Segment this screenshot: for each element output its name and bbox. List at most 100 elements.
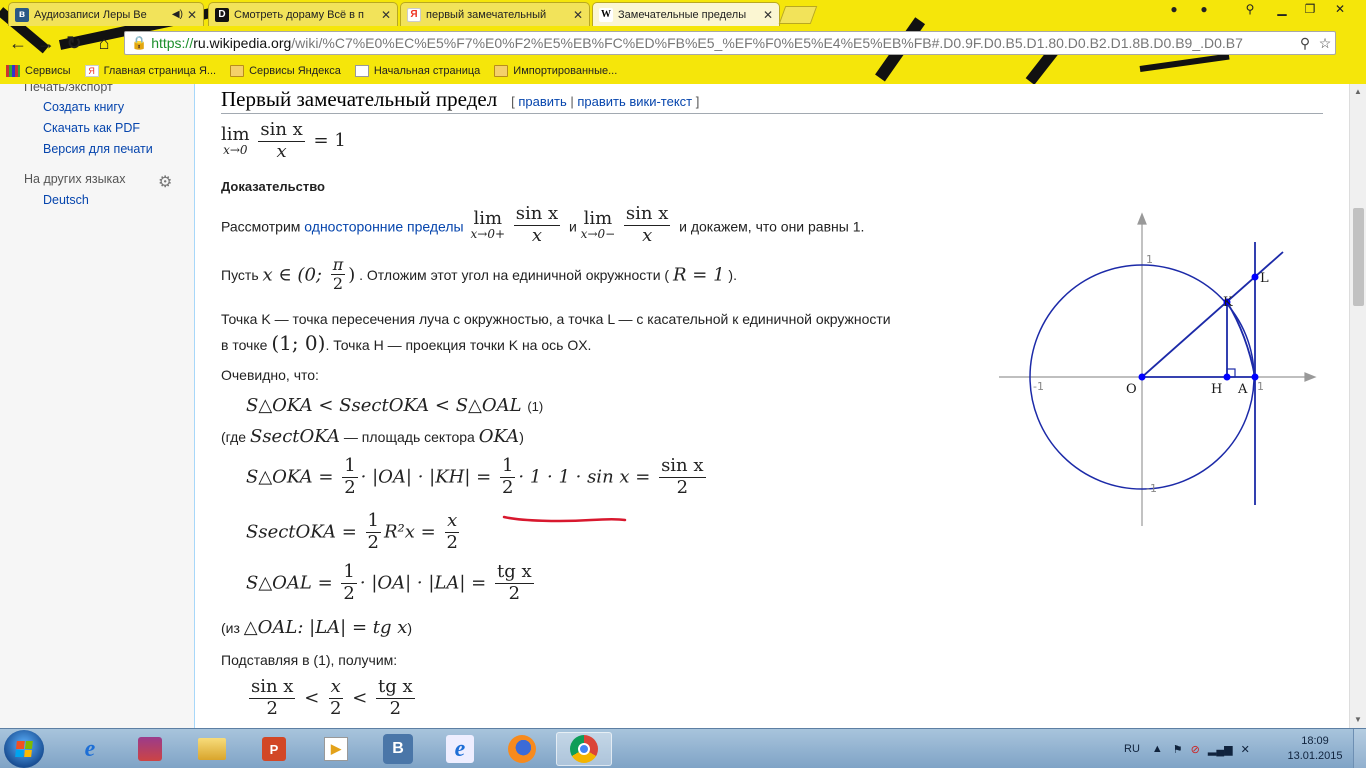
heading-rule <box>221 113 1323 114</box>
frac-num: tg x <box>376 676 415 699</box>
bookmark-label: Импортированные... <box>513 65 618 77</box>
main-limit-formula: lim x→0 sin xx = 1 <box>221 119 346 162</box>
address-bar[interactable]: 🔒 https:// ru.wikipedia.org /wiki/%C7%E0… <box>124 31 1336 55</box>
page-scrollbar[interactable]: ▲ ▼ <box>1349 84 1366 728</box>
flag-notification-icon[interactable]: ⚑ <box>1173 743 1183 756</box>
sidebar-link-print-version[interactable]: Версия для печати <box>43 142 153 156</box>
reload-icon[interactable]: ↻ <box>62 31 86 55</box>
forward-arrow-icon[interactable]: → <box>34 31 58 55</box>
folder-icon <box>230 65 245 77</box>
arc-ka <box>1226 301 1256 378</box>
text: и докажем, что они равны 1. <box>679 218 865 235</box>
taskbar-powerpoint[interactable]: P <box>246 732 302 766</box>
edit-wikitext-link[interactable]: править вики-текст <box>577 94 692 109</box>
new-tab-button[interactable] <box>778 6 818 24</box>
tab-audio[interactable]: в Аудиозаписи Леры Ве ◀) ✕ <box>8 2 204 26</box>
volume-icon[interactable]: ⊘ <box>1191 743 1200 756</box>
gear-icon[interactable]: ⚙ <box>158 172 172 192</box>
paragraph-one-sided: Рассмотрим односторонние пределы lim x→0+… <box>221 203 865 246</box>
frac-num: sin x <box>659 455 706 478</box>
sidebar-link-download-pdf[interactable]: Скачать как PDF <box>43 121 140 135</box>
sidebar-link-create-book[interactable]: Создать книгу <box>43 100 124 114</box>
one-sided-limits-link[interactable]: односторонние пределы <box>304 218 463 234</box>
frac-den: 2 <box>676 476 689 498</box>
url-scheme: https:// <box>151 35 194 51</box>
action-center-icon[interactable]: ✕ <box>1241 743 1250 756</box>
bookmark-services[interactable]: Сервисы <box>6 65 71 77</box>
text: (где <box>221 429 250 445</box>
edit-link[interactable]: править <box>518 94 566 109</box>
bookmark-yandex-main[interactable]: Я Главная страница Я... <box>84 65 216 77</box>
user-profile-icon[interactable]: ⚲ <box>1236 0 1264 18</box>
final-inequality: sin x2 < x2 < tg x2 <box>246 676 418 719</box>
scroll-down-icon[interactable]: ▼ <box>1350 712 1366 728</box>
text: (из <box>221 620 244 636</box>
lim-sub: x→0 <box>223 143 248 158</box>
taskbar-internet-explorer[interactable]: e <box>62 732 118 766</box>
lim-sub: x→0+ <box>470 227 506 242</box>
bookmark-star-icon[interactable]: ☆ <box>1315 35 1335 52</box>
back-arrow-icon[interactable]: ← <box>6 31 30 55</box>
taskbar-internet-explorer-2[interactable]: e <box>432 732 488 766</box>
lim-sub: x→0− <box>580 227 616 242</box>
label-a: A <box>1237 382 1248 397</box>
red-underline-annotation <box>502 515 627 523</box>
text: в точке <box>221 337 272 353</box>
frac-den: 2 <box>344 476 356 498</box>
scroll-up-icon[interactable]: ▲ <box>1350 84 1366 100</box>
taskbar-winrar[interactable] <box>122 732 178 766</box>
close-tab-icon[interactable]: ✕ <box>187 8 197 22</box>
minimize-button[interactable]: ▁ <box>1268 0 1296 18</box>
frac-den: 2 <box>367 531 379 553</box>
page-icon <box>354 65 369 77</box>
scroll-thumb[interactable] <box>1353 208 1364 306</box>
d-favicon-icon: D <box>215 7 229 22</box>
firefox-icon <box>508 735 536 763</box>
section-title: Первый замечательный предел <box>221 87 498 111</box>
restore-button[interactable]: ❐ <box>1296 0 1324 18</box>
home-icon[interactable]: ⌂ <box>92 31 116 55</box>
tab-dorama[interactable]: D Смотреть дораму Всё в п ✕ <box>208 2 398 26</box>
tab-wikipedia[interactable]: W Замечательные пределы ✕ <box>592 2 780 26</box>
bookmark-start-page[interactable]: Начальная страница <box>354 65 480 77</box>
taskbar-explorer[interactable] <box>184 732 240 766</box>
show-desktop-button[interactable] <box>1353 729 1366 768</box>
ie-icon: e <box>84 735 96 762</box>
taskbar-vk[interactable]: В <box>370 732 426 766</box>
close-window-button[interactable]: ✕ <box>1326 0 1354 18</box>
bookmark-yandex-services[interactable]: Сервисы Яндекса <box>230 65 341 77</box>
close-tab-icon[interactable]: ✕ <box>381 8 391 22</box>
paragraph-from-oal: (из △OAL: |LA| = tg x) <box>221 617 412 638</box>
language-indicator[interactable]: RU <box>1124 743 1140 755</box>
text: ) <box>407 620 413 636</box>
frac-num: 1 <box>499 455 516 478</box>
math: : |LA| = tg x <box>297 617 408 638</box>
tick-label-neg1-y: -1 <box>1146 482 1157 495</box>
text: ). <box>728 266 737 283</box>
sidebar-heading-print: Печать/экспорт <box>24 84 113 94</box>
sidebar-link-deutsch[interactable]: Deutsch <box>43 193 89 207</box>
close-tab-icon[interactable]: ✕ <box>573 8 583 22</box>
frac-den: 2 <box>501 476 514 498</box>
tray-expand-icon[interactable]: ▲ <box>1152 743 1163 755</box>
frac-num: tg x <box>494 561 534 584</box>
zoom-icon[interactable]: ⚲ <box>1295 35 1315 52</box>
taskbar-chrome[interactable] <box>556 732 612 766</box>
speaker-icon[interactable]: ◀) <box>172 9 183 20</box>
system-clock[interactable]: 18:09 13.01.2015 <box>1284 734 1346 764</box>
text: ) <box>519 429 524 445</box>
start-button[interactable] <box>4 730 44 768</box>
taskbar-media-player[interactable]: ▶ <box>308 732 364 766</box>
frac-den: 2 <box>332 274 344 294</box>
point-l <box>1251 273 1259 281</box>
math: S△OKA < SsectOKA < S△OAL <box>246 395 522 416</box>
label-l: L <box>1260 271 1269 286</box>
bookmark-imported[interactable]: Импортированные... <box>494 65 617 77</box>
close-tab-icon[interactable]: ✕ <box>763 8 773 22</box>
theme-eye-icon: ● <box>1170 2 1178 16</box>
network-signal-icon[interactable]: ▂▄▆ <box>1208 743 1233 756</box>
tab-yandex-search[interactable]: Я первый замечательный ✕ <box>400 2 590 26</box>
sidebar-heading-languages: На других языках <box>24 172 126 186</box>
frac-num: 1 <box>342 455 358 478</box>
taskbar-firefox[interactable] <box>494 732 550 766</box>
